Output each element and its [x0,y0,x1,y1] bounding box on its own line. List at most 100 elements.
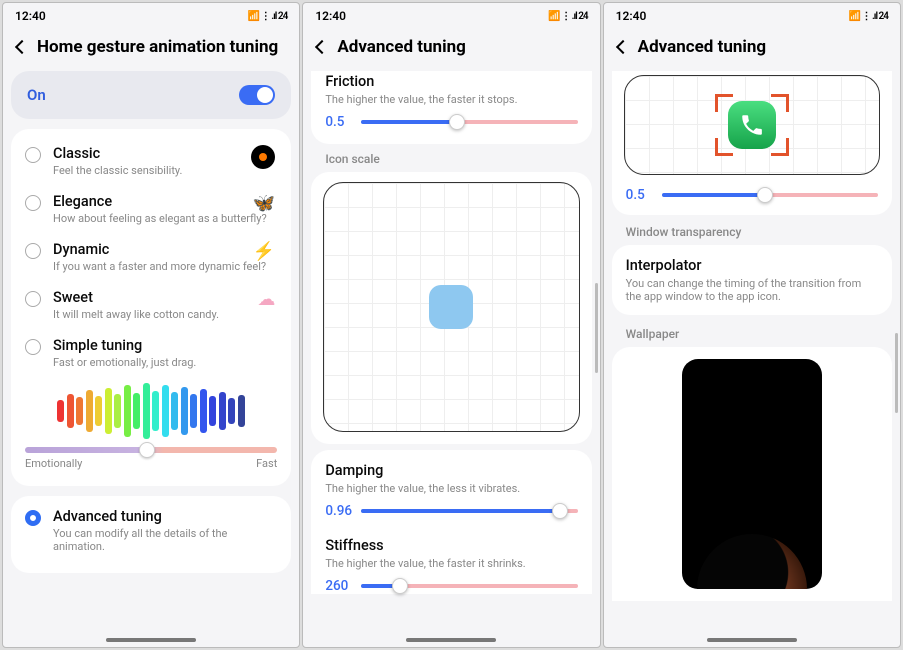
equalizer-visual [25,381,277,441]
simple-tuning-slider[interactable] [25,447,277,453]
screen-advanced-tuning-1: 12:40 📶 ⋮ .ıl 24 Advanced tuning Frictio… [302,2,600,648]
option-dynamic[interactable]: Dynamic If you want a faster and more dy… [11,229,291,277]
status-indicators: 📶 ⋮ .ıl 24 [849,11,888,22]
icon-scale-header: Icon scale [311,144,591,172]
option-label: Sweet [53,289,277,306]
option-desc: If you want a faster and more dynamic fe… [53,260,277,273]
radio-dynamic[interactable] [25,243,41,259]
top-slider-value: 0.5 [626,187,654,203]
page-title: Home gesture animation tuning [37,37,278,57]
window-transparency-header: Window transparency [612,217,892,245]
radio-simple[interactable] [25,339,41,355]
stiffness-desc: The higher the value, the faster it shri… [311,557,591,578]
option-label: Simple tuning [53,337,277,354]
interpolator-title: Interpolator [626,257,878,274]
crop-corner-icon [771,94,789,112]
slider-thumb[interactable] [392,578,408,594]
status-time: 12:40 [15,9,46,23]
gesture-bar[interactable] [106,638,196,642]
page-title: Advanced tuning [337,37,465,57]
slider-thumb[interactable] [757,187,773,203]
option-label: Classic [53,145,277,162]
butterfly-icon: 🦋 [253,193,275,214]
option-simple-tuning[interactable]: Simple tuning Fast or emotionally, just … [11,325,291,373]
damping-label: Damping [311,462,591,479]
friction-label: Friction [311,73,591,90]
status-time: 12:40 [616,9,647,23]
radio-sweet[interactable] [25,291,41,307]
interpolator-desc: You can change the timing of the transit… [626,277,878,303]
window-preview [624,75,880,175]
slider-labels: Emotionally Fast [11,457,291,476]
option-desc: Fast or emotionally, just drag. [53,356,277,369]
crop-corner-icon [715,138,733,156]
back-icon[interactable] [616,40,630,54]
preset-options-card: Classic Feel the classic sensibility. El… [11,129,291,486]
status-bar: 12:40 📶 ⋮ .ıl 24 [303,3,599,27]
slider-thumb[interactable] [552,503,568,519]
status-time: 12:40 [315,9,346,23]
preview-app-icon [429,285,473,329]
slider-thumb[interactable] [139,442,155,458]
gesture-bar[interactable] [406,638,496,642]
friction-desc: The higher the value, the faster it stop… [311,93,591,114]
wallpaper-header: Wallpaper [612,319,892,347]
interpolator-item[interactable]: Interpolator You can change the timing o… [612,245,892,315]
option-sweet[interactable]: Sweet It will melt away like cotton cand… [11,277,291,325]
slider-label-right: Fast [256,457,277,470]
damping-slider[interactable] [361,509,577,513]
back-icon[interactable] [315,40,329,54]
gesture-bar[interactable] [707,638,797,642]
cotton-candy-icon: ☁ [257,289,275,310]
stiffness-label: Stiffness [311,529,591,554]
wallpaper-preview [682,359,822,589]
damping-stiffness-section: Damping The higher the value, the less i… [311,450,591,594]
friction-value: 0.5 [325,114,353,130]
top-slider[interactable] [662,193,878,197]
option-desc: How about feeling as elegant as a butter… [53,212,277,225]
radio-advanced[interactable] [25,510,41,526]
status-indicators: 📶 ⋮ .ıl 24 [248,11,287,22]
option-elegance[interactable]: Elegance How about feeling as elegant as… [11,181,291,229]
option-desc: It will melt away like cotton candy. [53,308,277,321]
option-label: Dynamic [53,241,277,258]
master-toggle-switch[interactable] [239,85,275,105]
stiffness-slider[interactable] [361,584,577,588]
icon-scale-preview [323,182,579,432]
slider-thumb[interactable] [449,114,465,130]
radio-elegance[interactable] [25,195,41,211]
title-bar: Home gesture animation tuning [3,27,299,71]
icon-scale-card [311,172,591,444]
option-label: Elegance [53,193,277,210]
on-label: On [27,86,46,104]
title-bar: Advanced tuning [604,27,900,71]
option-advanced-tuning[interactable]: Advanced tuning You can modify all the d… [11,496,291,573]
screen-home-gesture-tuning: 12:40 📶 ⋮ .ıl 24 Home gesture animation … [2,2,300,648]
master-toggle-card[interactable]: On [11,71,291,119]
phone-app-icon [728,101,776,149]
back-icon[interactable] [15,40,29,54]
status-indicators: 📶 ⋮ .ıl 24 [548,11,587,22]
option-label: Advanced tuning [53,508,277,525]
record-icon [251,145,275,169]
crop-corner-icon [715,94,733,112]
scrollbar[interactable] [595,283,598,373]
option-classic[interactable]: Classic Feel the classic sensibility. [11,133,291,181]
moon-graphic [697,534,807,589]
bolt-icon: ⚡ [253,241,275,262]
status-bar: 12:40 📶 ⋮ .ıl 24 [604,3,900,27]
wallpaper-card [612,347,892,601]
scrollbar[interactable] [895,333,898,413]
content-area: Friction The higher the value, the faste… [303,71,599,647]
radio-classic[interactable] [25,147,41,163]
stiffness-value: 260 [325,578,353,594]
status-bar: 12:40 📶 ⋮ .ıl 24 [3,3,299,27]
slider-label-left: Emotionally [25,457,82,470]
crop-corner-icon [771,138,789,156]
content-area: 0.5 Window transparency Interpolator You… [604,71,900,647]
damping-desc: The higher the value, the less it vibrat… [311,482,591,503]
friction-slider[interactable] [361,120,577,124]
option-desc: You can modify all the details of the an… [53,527,277,553]
option-desc: Feel the classic sensibility. [53,164,277,177]
title-bar: Advanced tuning [303,27,599,71]
